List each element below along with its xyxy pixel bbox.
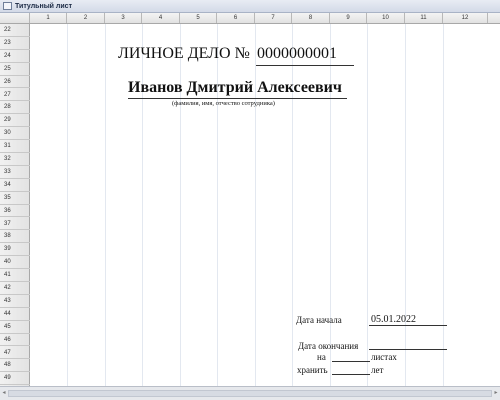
window-title: Титульный лист xyxy=(15,3,72,10)
row-header: 22 23 24 25 26 27 28 29 30 31 32 33 34 3… xyxy=(0,24,30,386)
row-header-item[interactable]: 49 xyxy=(0,372,30,386)
window-titlebar: Титульный лист xyxy=(0,0,500,13)
column-header-6[interactable]: 6 xyxy=(217,13,255,23)
row-header-item[interactable]: 44 xyxy=(0,308,30,321)
column-header-2[interactable]: 2 xyxy=(67,13,105,23)
column-header-8[interactable]: 8 xyxy=(292,13,330,23)
row-header-item[interactable]: 37 xyxy=(0,218,30,231)
on-label: на xyxy=(317,352,326,362)
name-caption: (фамилия, имя, отчество сотрудника) xyxy=(172,100,275,107)
row-header-item[interactable]: 24 xyxy=(0,50,30,63)
column-header-5[interactable]: 5 xyxy=(180,13,217,23)
horizontal-scrollbar[interactable]: ◂ ▸ xyxy=(0,386,500,400)
grid-line xyxy=(443,24,444,386)
row-header-item[interactable]: 28 xyxy=(0,101,30,115)
arrow-left-icon[interactable]: ◂ xyxy=(0,389,8,398)
column-header-7[interactable]: 7 xyxy=(255,13,292,23)
column-header: 1 2 3 4 5 6 7 8 9 10 11 12 xyxy=(0,13,500,24)
column-header-11[interactable]: 11 xyxy=(405,13,443,23)
years-label: лет xyxy=(371,365,384,375)
sheet-icon xyxy=(3,2,12,10)
sheets-count-underline xyxy=(332,361,370,362)
grid-line xyxy=(67,24,68,386)
row-header-item[interactable]: 26 xyxy=(0,76,30,89)
column-header-10[interactable]: 10 xyxy=(367,13,405,23)
scrollbar-track[interactable] xyxy=(8,390,492,397)
column-header-9[interactable]: 9 xyxy=(330,13,367,23)
row-header-item[interactable]: 48 xyxy=(0,359,30,373)
row-header-item[interactable]: 23 xyxy=(0,37,30,50)
column-header-12[interactable]: 12 xyxy=(443,13,488,23)
row-header-item[interactable]: 32 xyxy=(0,153,30,166)
case-number: 0000000001 xyxy=(257,45,337,62)
column-header-3[interactable]: 3 xyxy=(105,13,142,23)
keep-label: хранить xyxy=(297,365,328,375)
years-count-underline xyxy=(332,374,370,375)
end-date-underline xyxy=(369,349,447,350)
grid-line xyxy=(405,24,406,386)
select-all-corner[interactable] xyxy=(0,13,30,23)
end-date-label: Дата окончания xyxy=(298,341,359,351)
row-header-item[interactable]: 31 xyxy=(0,140,30,153)
row-header-item[interactable]: 45 xyxy=(0,321,30,334)
row-header-item[interactable]: 42 xyxy=(0,282,30,295)
case-number-underline xyxy=(256,65,354,66)
row-header-item[interactable]: 34 xyxy=(0,179,30,192)
row-header-item[interactable]: 30 xyxy=(0,127,30,141)
row-header-item[interactable]: 38 xyxy=(0,230,30,244)
employee-name: Иванов Дмитрий Алексеевич xyxy=(128,79,342,96)
grid-line xyxy=(367,24,368,386)
employee-name-underline xyxy=(128,98,347,99)
start-date-label: Дата начала xyxy=(296,315,342,325)
row-header-item[interactable]: 40 xyxy=(0,256,30,270)
start-date-underline xyxy=(369,325,447,326)
row-header-item[interactable]: 25 xyxy=(0,63,30,76)
row-header-item[interactable]: 43 xyxy=(0,295,30,308)
row-header-item[interactable]: 33 xyxy=(0,166,30,179)
arrow-right-icon[interactable]: ▸ xyxy=(492,389,500,398)
case-heading: ЛИЧНОЕ ДЕЛО № xyxy=(118,45,250,62)
start-date-value: 05.01.2022 xyxy=(371,314,416,325)
sheets-label: листах xyxy=(371,352,397,362)
row-header-item[interactable]: 29 xyxy=(0,114,30,128)
row-header-item[interactable]: 41 xyxy=(0,269,30,282)
row-header-item[interactable]: 27 xyxy=(0,89,30,102)
column-header-4[interactable]: 4 xyxy=(142,13,180,23)
row-header-item[interactable]: 46 xyxy=(0,334,30,347)
row-header-item[interactable]: 22 xyxy=(0,24,30,37)
row-header-item[interactable]: 36 xyxy=(0,205,30,218)
column-header-1[interactable]: 1 xyxy=(30,13,67,23)
row-header-item[interactable]: 35 xyxy=(0,192,30,205)
grid-line xyxy=(105,24,106,386)
row-header-item[interactable]: 47 xyxy=(0,347,30,360)
row-header-item[interactable]: 39 xyxy=(0,243,30,257)
